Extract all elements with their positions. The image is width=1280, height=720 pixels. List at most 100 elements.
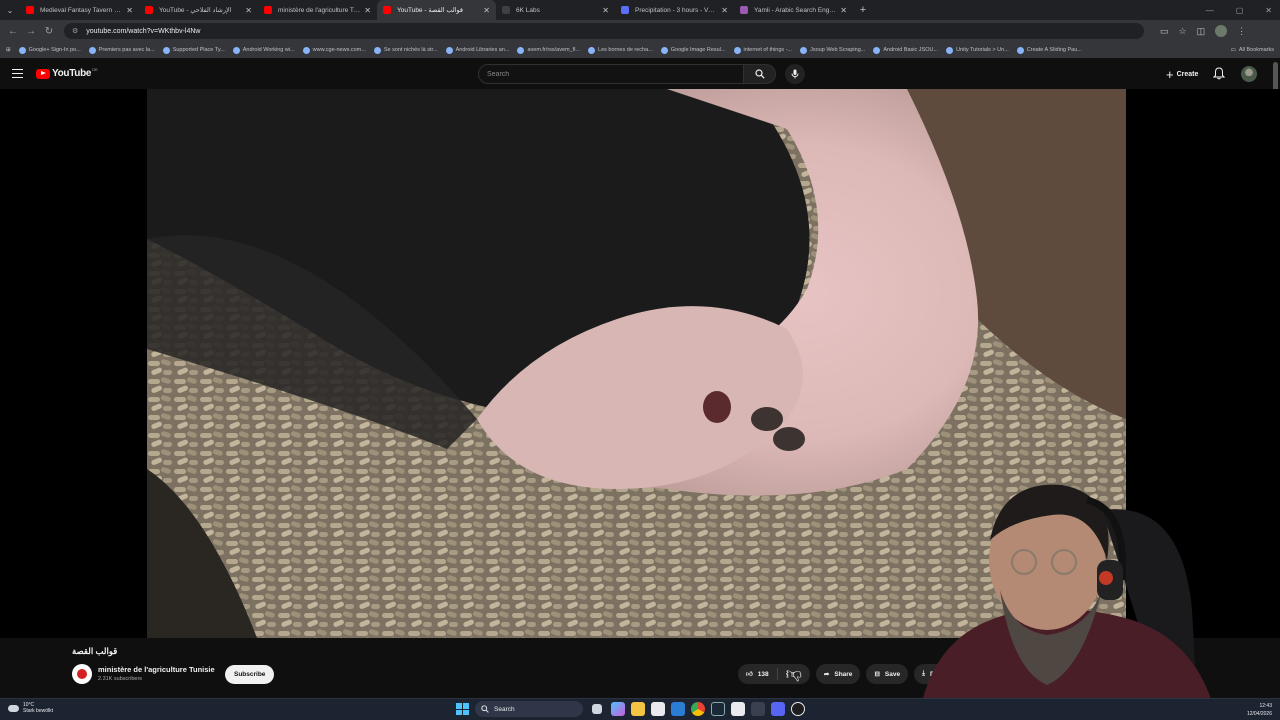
guide-menu-icon[interactable] <box>12 69 23 78</box>
bookmark-item[interactable]: www.cge-news.com... <box>302 46 366 54</box>
cast-icon[interactable]: ▭ <box>1160 26 1169 37</box>
bookmark-item[interactable]: internet of things -... <box>733 46 792 54</box>
create-button[interactable]: + Create <box>1160 64 1204 84</box>
mail-icon[interactable] <box>671 702 685 716</box>
photos-icon[interactable] <box>651 702 665 716</box>
browser-tab-strip: ⌄ Medieval Fantasy Tavern 3 | D&✕YouTube… <box>0 0 1280 20</box>
tab-favicon-icon <box>145 6 153 14</box>
close-tab-icon[interactable]: ✕ <box>840 6 847 15</box>
notifications-bell-icon[interactable] <box>1213 67 1225 80</box>
address-bar-row: ← → ↻ ⚙ youtube.com/watch?v=WKthbv-l4Nw … <box>0 20 1280 42</box>
maximize-icon[interactable]: ▢ <box>1236 6 1244 15</box>
create-label: Create <box>1176 70 1199 78</box>
bookmark-item[interactable]: Android Libraries an... <box>445 46 509 54</box>
share-button[interactable]: ➦ Share <box>815 664 861 684</box>
close-tab-icon[interactable]: ✕ <box>126 6 133 15</box>
bookmark-item[interactable]: Create A Sliding Pau... <box>1016 46 1082 54</box>
tab-search-icon[interactable]: ⌄ <box>0 0 20 20</box>
bookmark-item[interactable]: Unity Tutorials > Un... <box>946 46 1009 54</box>
weather-description: Stark bewölkt <box>23 708 54 714</box>
site-info-icon[interactable]: ⚙ <box>72 27 78 35</box>
menu-kebab-icon[interactable]: ⋮ <box>1237 26 1246 37</box>
bookmark-star-icon[interactable]: ☆ <box>1179 26 1187 37</box>
bookmark-item[interactable]: Android Basic JSOU... <box>873 46 938 54</box>
close-tab-icon[interactable]: ✕ <box>602 6 609 15</box>
search-button[interactable] <box>744 64 776 84</box>
bookmark-label: www.cge-news.com... <box>312 47 366 53</box>
account-avatar[interactable] <box>1241 66 1257 82</box>
clock-date: 12/04/2026 <box>1246 711 1272 717</box>
bookmark-favicon-icon <box>232 46 240 54</box>
like-button[interactable]: 👍︎ 138 <box>738 668 778 680</box>
search-input[interactable] <box>478 64 744 84</box>
bookmark-item[interactable]: Les bornes de recha... <box>588 46 653 54</box>
copilot-icon[interactable] <box>611 702 625 716</box>
weather-widget[interactable]: 10°C Stark bewölkt <box>8 702 53 714</box>
new-tab-button[interactable]: + <box>853 4 873 16</box>
channel-name[interactable]: ministère de l'agriculture Tunisie <box>98 665 215 674</box>
close-window-icon[interactable]: ✕ <box>1265 6 1272 15</box>
tab-favicon-icon <box>740 6 748 14</box>
file-explorer-icon[interactable] <box>631 702 645 716</box>
bookmark-favicon-icon <box>445 46 453 54</box>
tab-title: YouTube - قوالب القصة <box>397 7 463 14</box>
browser-tab[interactable]: ministère de l'agriculture Tunisi ✕ <box>258 0 377 20</box>
reload-icon[interactable]: ↻ <box>40 26 58 37</box>
bookmark-label: Create A Sliding Pau... <box>1026 47 1082 53</box>
system-tray-clock[interactable]: 12:43 12/04/2026 <box>1247 702 1272 718</box>
unity-icon[interactable] <box>731 702 745 716</box>
bookmark-item[interactable]: Premiers pas avec la... <box>88 46 155 54</box>
folder-icon: ▭ <box>1230 47 1236 53</box>
like-dislike-group: 👍︎ 138 👎︎ <box>738 664 810 684</box>
bookmark-item[interactable]: Supported Place Ty... <box>162 46 225 54</box>
task-view-icon[interactable] <box>592 704 602 714</box>
bookmark-item[interactable]: Se sont nichés là str... <box>373 46 438 54</box>
browser-tab[interactable]: Precipitation - 3 hours - Ventu ✕ <box>615 0 734 20</box>
all-bookmarks-button[interactable]: ▭ All Bookmarks <box>1224 42 1274 58</box>
back-icon[interactable]: ← <box>4 26 22 37</box>
dislike-button[interactable]: 👎︎ <box>778 665 810 684</box>
clock-time: 12:43 <box>1259 703 1272 709</box>
browser-tab[interactable]: Yamli - Arabic Search Engine a ✕ <box>734 0 853 20</box>
save-button[interactable]: ⊟ Save <box>866 664 909 684</box>
profile-avatar[interactable] <box>1215 25 1228 37</box>
taskbar-search[interactable]: Search <box>475 701 583 717</box>
subscribe-button[interactable]: Subscribe <box>225 665 275 684</box>
windows-start-icon[interactable] <box>455 702 469 716</box>
obs-icon[interactable] <box>791 702 805 716</box>
bookmark-item[interactable]: Google Image Resul... <box>660 46 726 54</box>
extensions-icon[interactable]: ◫ <box>1197 26 1206 37</box>
bookmark-item[interactable]: Jsoup Web Scraping... <box>800 46 865 54</box>
apps-icon[interactable]: ⊞ <box>6 47 11 53</box>
browser-tab[interactable]: Medieval Fantasy Tavern 3 | D& ✕ <box>20 0 139 20</box>
channel-avatar[interactable] <box>72 664 92 684</box>
bookmark-label: Premiers pas avec la... <box>98 47 155 53</box>
cloud-icon <box>8 704 19 712</box>
all-bookmarks-label: All Bookmarks <box>1238 47 1274 53</box>
bookmark-favicon-icon <box>302 46 310 54</box>
browser-tab[interactable]: 6K Labs ✕ <box>496 0 615 20</box>
chrome-icon[interactable] <box>691 702 705 716</box>
youtube-logo[interactable]: YouTube DE <box>36 67 98 79</box>
forward-icon[interactable]: → <box>22 26 40 37</box>
close-tab-icon[interactable]: ✕ <box>245 6 252 15</box>
bookmark-label: Android Working wi... <box>242 47 295 53</box>
browser-tab[interactable]: YouTube - الإرشاد الفلاحي ✕ <box>139 0 258 20</box>
minimize-icon[interactable]: — <box>1206 6 1214 15</box>
country-code: DE <box>92 67 98 72</box>
close-tab-icon[interactable]: ✕ <box>483 6 490 15</box>
close-tab-icon[interactable]: ✕ <box>721 6 728 15</box>
app-icon[interactable] <box>751 702 765 716</box>
discord-icon[interactable] <box>771 702 785 716</box>
voice-search-button[interactable] <box>785 64 805 84</box>
bookmark-label: Supported Place Ty... <box>172 47 225 53</box>
url-bar[interactable]: ⚙ youtube.com/watch?v=WKthbv-l4Nw <box>64 23 1144 39</box>
bookmark-item[interactable]: avem.fr/rss/avem_fl... <box>517 46 580 54</box>
browser-tab[interactable]: YouTube - قوالب القصة ✕ <box>377 0 496 20</box>
save-label: Save <box>884 670 901 678</box>
close-tab-icon[interactable]: ✕ <box>364 6 371 15</box>
bookmark-item[interactable]: Android Working wi... <box>232 46 295 54</box>
bookmark-item[interactable]: Google+ Sign-In po... <box>18 46 81 54</box>
steam-icon[interactable] <box>711 702 725 716</box>
tab-favicon-icon <box>26 6 34 14</box>
